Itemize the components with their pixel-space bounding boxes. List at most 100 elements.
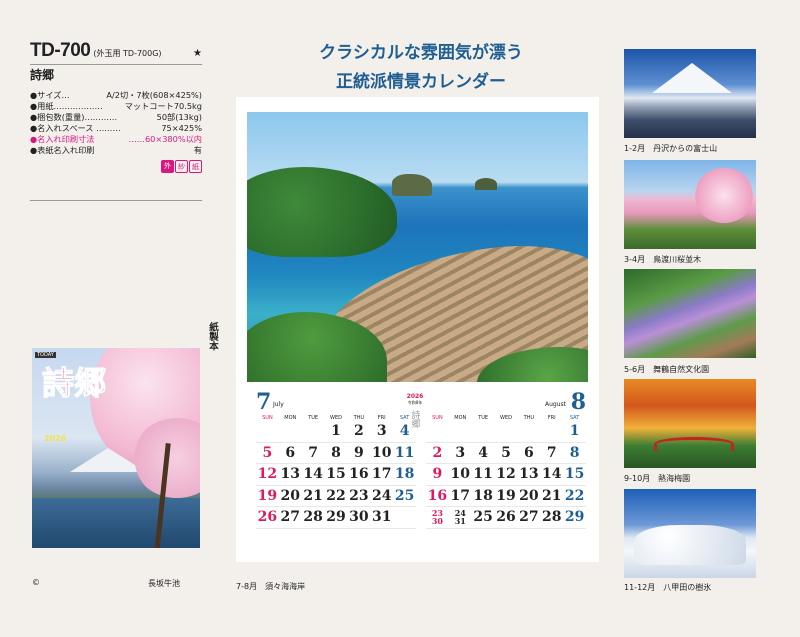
day-cell: 3 xyxy=(376,423,387,440)
day-cell: 26 xyxy=(496,509,516,526)
month-august: August 8 SUN MON TUE WED THU FRI SAT 12345678 9… xyxy=(426,389,586,529)
thumbnail-caption: 1-2月 丹沢からの富士山 xyxy=(624,144,718,153)
day-cell: 5 xyxy=(501,444,511,461)
week-row: 9 10 11 12 13 14 15 xyxy=(426,464,586,486)
spec-packing: ●梱包数(重量)………… 50部(13kg) xyxy=(30,112,202,122)
july-weeks: 1 2 3 4 5 6 7 8 9 10 11 12 13 14 15 16 17 18 19 20 21 22 23 24 2… xyxy=(256,421,416,529)
thumbnail-sep-oct xyxy=(624,379,756,468)
weekday-header: SUN MON TUE WED THU FRI SAT xyxy=(262,415,410,421)
day-cell: 26 xyxy=(257,509,278,526)
product-code: TD-700 xyxy=(30,40,91,61)
day-cell: 24 xyxy=(371,487,392,504)
month-name: August xyxy=(545,401,566,408)
august-weeks: 1 2 3 4 5 6 7 8 9 10 11 12 13 14 15 16 17 18 19 20 21 22 23 30… xyxy=(426,421,586,529)
divider xyxy=(30,200,202,201)
spec-paper: ●用紙……………… マットコート70.5kg xyxy=(30,101,202,111)
thumbnail-caption: 9-10月 熱海梅園 xyxy=(624,474,691,483)
spec-size: ●サイズ… A/2切・7枚(608×425%) xyxy=(30,90,202,100)
month-july: 7 July SUN MON TUE WED THU FRI SAT 1 2 3 4 5 6 7 8 9 10… xyxy=(256,389,416,529)
day-cell: 7 xyxy=(546,444,557,461)
cover-image: TODAY 詩郷 2026 xyxy=(32,348,200,548)
day-cell: 16 xyxy=(427,487,448,504)
calendar-photo xyxy=(247,112,588,382)
calendar-caption: 7-8月 須々海海岸 xyxy=(236,582,306,591)
product-name: 詩郷 xyxy=(30,68,55,82)
day-cell: 10 xyxy=(450,466,471,483)
thumbnail-mar-apr xyxy=(624,160,756,249)
product-info: TD-700 (外玉用 TD-700G) ★ 詩郷 ●サイズ… A/2切・7枚(6… xyxy=(30,40,202,173)
day-cell: 19 xyxy=(257,487,278,504)
day-cell: 28 xyxy=(303,509,323,526)
day-cell: 17 xyxy=(450,487,471,504)
day-cell: 23 30 xyxy=(431,508,443,527)
day-cell: 25 xyxy=(473,509,493,526)
day-cell: 11 xyxy=(473,466,493,483)
day-cell: 4 xyxy=(399,423,410,440)
month-name: July xyxy=(273,401,284,408)
weekday-header: SUN MON TUE WED THU FRI SAT xyxy=(432,415,580,421)
day-cell: 1 xyxy=(331,423,341,440)
day-cell: 6 xyxy=(523,444,534,461)
day-cell: 3 xyxy=(455,444,466,461)
cover-title: 詩郷 xyxy=(41,364,107,402)
copyright: © xyxy=(32,578,40,587)
cover-caption: 長坂牛池 xyxy=(148,579,180,588)
day-cell: 21 xyxy=(303,487,323,504)
day-cell: 6 xyxy=(285,444,296,461)
badge-paper: 紙 xyxy=(189,160,202,173)
thumbnail-nov-dec xyxy=(624,489,756,578)
day-cell: 27 xyxy=(280,509,301,526)
binding-label: 紙製本 xyxy=(207,322,218,351)
spec-print-size: ●名入れ印刷寸法 ……60×380%以内 xyxy=(30,134,202,144)
day-cell: 29 xyxy=(326,509,346,526)
headline-line1: クラシカルな雰囲気が漂う xyxy=(319,43,523,63)
thumbnail-may-jun xyxy=(624,269,756,358)
badge-outer: 外 xyxy=(161,160,174,173)
day-cell: 14 xyxy=(303,466,323,483)
day-cell: 4 xyxy=(478,444,488,461)
day-cell: 25 xyxy=(394,487,415,504)
week-row: 16 17 18 19 20 21 22 xyxy=(426,486,586,507)
day-cell: 5 xyxy=(262,444,273,461)
day-cell: 7 xyxy=(308,444,318,461)
badge-sha: 紗 xyxy=(175,160,188,173)
day-cell: 18 xyxy=(394,466,415,483)
product-sub-code: (外玉用 TD-700G) xyxy=(93,49,162,58)
spec-name-space: ●名入れスペース ……… 75×425% xyxy=(30,123,202,133)
day-cell: 8 xyxy=(331,444,341,461)
headline-line2: 正統派情景カレンダー xyxy=(336,72,506,92)
headline: クラシカルな雰囲気が漂う 正統派情景カレンダー xyxy=(236,38,606,92)
day-cell: 8 xyxy=(569,444,580,461)
day-cell: 22 xyxy=(564,487,585,504)
week-row: 5 6 7 8 9 10 11 xyxy=(256,443,416,464)
product-code-row: TD-700 (外玉用 TD-700G) ★ xyxy=(30,40,202,65)
day-cell: 2 xyxy=(432,444,443,461)
thumbnail-caption: 11-12月 八甲田の樹氷 xyxy=(624,583,712,592)
day-cell: 28 xyxy=(541,509,562,526)
day-cell: 17 xyxy=(371,466,392,483)
day-cell: 12 xyxy=(257,466,278,483)
day-cell: 22 xyxy=(326,487,346,504)
day-cell: 21 xyxy=(541,487,562,504)
week-row: 2345678 xyxy=(426,443,586,464)
day-cell: 9 xyxy=(432,466,443,483)
day-cell: 15 xyxy=(564,466,585,483)
day-cell: 10 xyxy=(371,444,392,461)
spec-cover-print: ●表紙名入れ印刷有 xyxy=(30,145,202,155)
day-cell: 16 xyxy=(349,466,369,483)
day-cell: 30 xyxy=(349,509,369,526)
day-cell: 13 xyxy=(280,466,301,483)
thumbnail-jan-feb xyxy=(624,49,756,138)
spec-list: ●サイズ… A/2切・7枚(608×425%) ●用紙……………… マットコート70… xyxy=(30,90,202,156)
day-cell: 27 xyxy=(519,509,539,526)
day-cell: 15 xyxy=(326,466,346,483)
week-row: 12 13 14 15 16 17 18 xyxy=(256,464,416,486)
cover-year: 2026 xyxy=(44,434,67,443)
day-cell: 13 xyxy=(519,466,539,483)
week-row: 1 xyxy=(426,421,586,443)
day-cell: 24 31 xyxy=(454,508,466,527)
badge-group: 外 紗 紙 xyxy=(30,160,202,173)
day-cell: 20 xyxy=(519,487,539,504)
day-cell: 18 xyxy=(473,487,493,504)
day-cell: 9 xyxy=(353,444,364,461)
